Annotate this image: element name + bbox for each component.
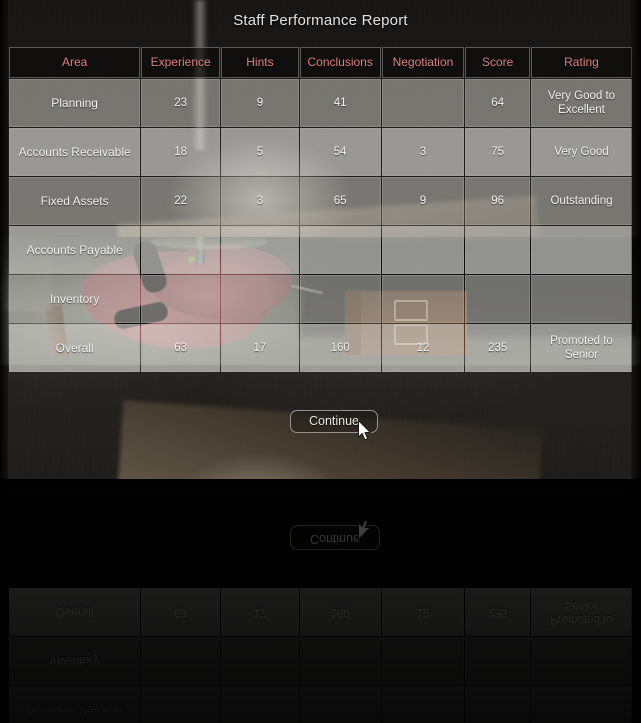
table-header: Area Experience Hints Conclusions Negoti… <box>9 47 632 78</box>
cell-hints: 9 <box>221 79 299 127</box>
cell-score: 64 <box>465 79 530 127</box>
cell-experience: 18 <box>141 128 221 176</box>
table-body-reflection: Planning 23 9 41 64 Very Good to Excelle… <box>9 588 632 723</box>
cell-negotiation <box>381 79 465 127</box>
cell-rating: Very Good <box>530 128 632 176</box>
cell-area: Planning <box>9 79 141 127</box>
column-header-score: Score <box>465 47 530 78</box>
column-header-area: Area <box>9 47 141 78</box>
cell-experience <box>141 275 221 323</box>
table-row: Planning 23 9 41 64 Very Good to Excelle… <box>9 79 632 127</box>
cell-negotiation: 12 <box>381 324 465 372</box>
cell-area-reflection: Accounts Payable <box>9 686 141 723</box>
cell-rating-reflection <box>530 637 632 685</box>
cell-conclusions <box>299 275 381 323</box>
cell-hints <box>221 275 299 323</box>
cell-rating <box>530 226 632 274</box>
cell-score-reflection: 235 <box>465 588 530 636</box>
cell-rating-reflection: Promoted to Senior <box>530 588 632 636</box>
column-header-negotiation: Negotiation <box>381 47 465 78</box>
cell-area: Inventory <box>9 275 141 323</box>
cell-negotiation <box>381 226 465 274</box>
cell-conclusions-reflection: 160 <box>299 588 381 636</box>
table-row-reflection: Accounts Payable <box>9 686 632 723</box>
cell-score: 235 <box>465 324 530 372</box>
column-header-rating: Rating <box>530 47 632 78</box>
table-header-row: Area Experience Hints Conclusions Negoti… <box>9 47 632 78</box>
page-title: Staff Performance Report <box>233 12 408 29</box>
cell-experience: 63 <box>141 324 221 372</box>
cell-experience-reflection: 63 <box>141 588 221 636</box>
cell-score-reflection <box>465 637 530 685</box>
column-header-hints: Hints <box>221 47 299 78</box>
table-row: Fixed Assets 22 3 65 9 96 Outstanding <box>9 177 632 225</box>
game-screen: Staff Performance Report Area Experience… <box>0 0 641 723</box>
cell-hints-reflection <box>221 686 299 723</box>
cell-score-reflection <box>465 686 530 723</box>
performance-table-reflection: Area Experience Hints Conclusions Negoti… <box>8 587 633 723</box>
cell-conclusions: 160 <box>299 324 381 372</box>
column-header-experience: Experience <box>141 47 221 78</box>
cell-rating: Promoted to Senior <box>530 324 632 372</box>
table-row: Accounts Receivable 18 5 54 3 75 Very Go… <box>9 128 632 176</box>
cell-negotiation-reflection: 12 <box>381 588 465 636</box>
cell-area: Overall <box>9 324 141 372</box>
cell-experience: 23 <box>141 79 221 127</box>
continue-button-reflection: Continue <box>290 525 380 550</box>
cell-area: Accounts Receivable <box>9 128 141 176</box>
cell-area-reflection: Inventory <box>9 637 141 685</box>
cell-conclusions-reflection <box>299 637 381 685</box>
cell-conclusions: 54 <box>299 128 381 176</box>
cell-experience <box>141 226 221 274</box>
cell-hints-reflection: 17 <box>221 588 299 636</box>
cell-experience-reflection <box>141 686 221 723</box>
cell-hints: 3 <box>221 177 299 225</box>
table-row: Inventory <box>9 275 632 323</box>
cell-area-reflection: Overall <box>9 588 141 636</box>
cell-rating-reflection <box>530 686 632 723</box>
cell-hints: 17 <box>221 324 299 372</box>
cell-area: Fixed Assets <box>9 177 141 225</box>
table-row: Overall 63 17 160 12 235 Promoted to Sen… <box>9 324 632 372</box>
cell-score: 75 <box>465 128 530 176</box>
report-overlay-reflection: Staff Performance Report Area Experience… <box>0 480 641 723</box>
cell-conclusions-reflection <box>299 686 381 723</box>
cell-score <box>465 275 530 323</box>
cell-score: 96 <box>465 177 530 225</box>
cell-experience: 22 <box>141 177 221 225</box>
cell-negotiation: 3 <box>381 128 465 176</box>
cell-area: Accounts Payable <box>9 226 141 274</box>
cell-negotiation-reflection <box>381 637 465 685</box>
cell-score <box>465 226 530 274</box>
table-row-reflection: Overall 63 17 160 12 235 Promoted to Sen… <box>9 588 632 636</box>
cell-hints-reflection <box>221 637 299 685</box>
cell-conclusions <box>299 226 381 274</box>
cell-negotiation <box>381 275 465 323</box>
performance-table: Area Experience Hints Conclusions Negoti… <box>8 46 633 373</box>
table-row-reflection: Inventory <box>9 637 632 685</box>
cell-conclusions: 65 <box>299 177 381 225</box>
cell-negotiation: 9 <box>381 177 465 225</box>
cell-rating: Outstanding <box>530 177 632 225</box>
column-header-conclusions: Conclusions <box>299 47 381 78</box>
table-body: Planning 23 9 41 64 Very Good to Excelle… <box>9 79 632 372</box>
cell-hints: 5 <box>221 128 299 176</box>
report-overlay: Staff Performance Report Area Experience… <box>0 0 641 480</box>
cell-experience-reflection <box>141 637 221 685</box>
continue-button[interactable]: Continue <box>290 410 378 433</box>
cell-rating <box>530 275 632 323</box>
cell-hints <box>221 226 299 274</box>
cell-rating: Very Good to Excellent <box>530 79 632 127</box>
cell-conclusions: 41 <box>299 79 381 127</box>
cell-negotiation-reflection <box>381 686 465 723</box>
mirror-divider <box>0 479 641 481</box>
table-row: Accounts Payable <box>9 226 632 274</box>
report-overlay-reflection-inner: Staff Performance Report Area Experience… <box>0 480 641 723</box>
